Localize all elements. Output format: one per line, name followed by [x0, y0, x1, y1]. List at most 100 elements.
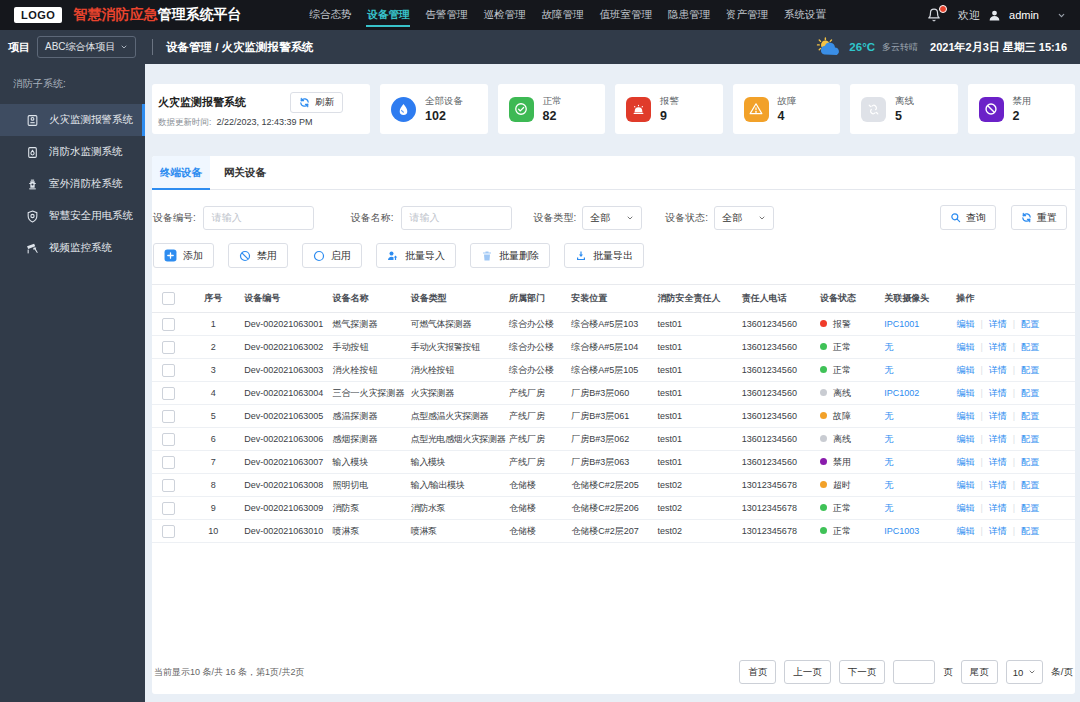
op-link-1[interactable]: 编辑: [957, 480, 975, 490]
row-checkbox[interactable]: [162, 479, 175, 492]
op-separator: |: [1013, 480, 1015, 490]
row-checkbox[interactable]: [162, 364, 175, 377]
nav-item-8[interactable]: 资产管理: [718, 0, 776, 30]
row-checkbox[interactable]: [162, 456, 175, 469]
username[interactable]: admin: [1009, 9, 1039, 21]
camera-link[interactable]: 无: [884, 503, 893, 513]
op-link-3[interactable]: 配置: [1021, 434, 1039, 444]
device-status-select[interactable]: 全部: [714, 206, 774, 230]
user-menu-chevron-icon[interactable]: [1057, 11, 1066, 20]
op-link-1[interactable]: 编辑: [957, 434, 975, 444]
page-number-input[interactable]: [893, 660, 935, 684]
nav-item-6[interactable]: 值班室管理: [591, 0, 660, 30]
op-link-3[interactable]: 配置: [1021, 457, 1039, 467]
sidebar-item-2[interactable]: 消防水监测系统: [0, 136, 145, 168]
nav-item-1[interactable]: 综合态势: [301, 0, 359, 30]
tab-1[interactable]: 终端设备: [152, 156, 210, 189]
reset-icon: [1021, 212, 1032, 223]
op-link-2[interactable]: 详情: [989, 434, 1007, 444]
row-checkbox[interactable]: [162, 318, 175, 331]
select-all-checkbox[interactable]: [162, 292, 175, 305]
camera-link[interactable]: IPC1003: [884, 526, 919, 536]
cell-operations: 编辑|详情|配置: [954, 359, 1075, 382]
device-type-select[interactable]: 全部: [582, 206, 642, 230]
op-link-1[interactable]: 编辑: [957, 319, 975, 329]
sidebar-item-4[interactable]: 智慧安全用电系统: [0, 200, 145, 232]
op-link-3[interactable]: 配置: [1021, 503, 1039, 513]
nav-item-7[interactable]: 隐患管理: [660, 0, 718, 30]
op-link-1[interactable]: 编辑: [957, 503, 975, 513]
op-link-2[interactable]: 详情: [989, 319, 1007, 329]
op-link-1[interactable]: 编辑: [957, 411, 975, 421]
camera-link[interactable]: 无: [884, 457, 893, 467]
sidebar-item-1[interactable]: 火灾监测报警系统: [0, 104, 145, 136]
op-link-3[interactable]: 配置: [1021, 526, 1039, 536]
action-button-6[interactable]: 批量导出: [564, 243, 644, 268]
op-link-2[interactable]: 详情: [989, 480, 1007, 490]
camera-link[interactable]: IPC1001: [884, 319, 919, 329]
camera-link[interactable]: IPC1002: [884, 388, 919, 398]
row-checkbox[interactable]: [162, 387, 175, 400]
prev-page-button[interactable]: 上一页: [784, 660, 831, 684]
sidebar-item-5[interactable]: 视频监控系统: [0, 232, 145, 264]
op-link-2[interactable]: 详情: [989, 342, 1007, 352]
op-link-2[interactable]: 详情: [989, 388, 1007, 398]
op-link-1[interactable]: 编辑: [957, 457, 975, 467]
camera-link[interactable]: 无: [884, 434, 893, 444]
bulk-actions: 添加禁用启用批量导入批量删除 批量导出: [152, 243, 1075, 284]
op-link-1[interactable]: 编辑: [957, 342, 975, 352]
action-button-5[interactable]: 批量删除: [470, 243, 550, 268]
action-button-3[interactable]: 启用: [302, 243, 362, 268]
reset-button[interactable]: 重置: [1011, 205, 1067, 230]
op-link-3[interactable]: 配置: [1021, 411, 1039, 421]
op-link-3[interactable]: 配置: [1021, 319, 1039, 329]
op-link-2[interactable]: 详情: [989, 503, 1007, 513]
op-link-2[interactable]: 详情: [989, 411, 1007, 421]
action-button-1[interactable]: 添加: [153, 243, 214, 268]
cell-phone: 13601234560: [739, 405, 817, 428]
cell-phone: 13012345678: [739, 497, 817, 520]
row-select-cell: [152, 474, 185, 497]
notification-bell-icon[interactable]: [927, 8, 941, 22]
op-link-1[interactable]: 编辑: [957, 388, 975, 398]
nav-item-9[interactable]: 系统设置: [776, 0, 834, 30]
row-checkbox[interactable]: [162, 433, 175, 446]
op-link-3[interactable]: 配置: [1021, 388, 1039, 398]
device-name-input[interactable]: 请输入: [401, 206, 512, 230]
row-checkbox[interactable]: [162, 502, 175, 515]
nav-item-5[interactable]: 故障管理: [533, 0, 591, 30]
cell-type: 输入/输出模块: [408, 474, 506, 497]
row-checkbox[interactable]: [162, 410, 175, 423]
action-label: 批量导出: [593, 249, 633, 263]
row-checkbox[interactable]: [162, 525, 175, 538]
refresh-button[interactable]: 刷新: [290, 92, 343, 113]
op-link-1[interactable]: 编辑: [957, 526, 975, 536]
camera-link[interactable]: 无: [884, 365, 893, 375]
camera-link[interactable]: 无: [884, 411, 893, 421]
nav-item-4[interactable]: 巡检管理: [475, 0, 533, 30]
action-button-2[interactable]: 禁用: [228, 243, 288, 268]
op-link-3[interactable]: 配置: [1021, 365, 1039, 375]
device-id-input[interactable]: 请输入: [203, 206, 314, 230]
cell-type: 点型光电感烟火灾探测器: [408, 428, 506, 451]
op-link-3[interactable]: 配置: [1021, 342, 1039, 352]
sidebar-item-3[interactable]: 室外消防栓系统: [0, 168, 145, 200]
op-link-2[interactable]: 详情: [989, 526, 1007, 536]
search-button[interactable]: 查询: [940, 205, 996, 230]
camera-link[interactable]: 无: [884, 342, 893, 352]
op-link-2[interactable]: 详情: [989, 365, 1007, 375]
row-checkbox[interactable]: [162, 341, 175, 354]
tab-2[interactable]: 网关设备: [216, 156, 274, 189]
page-size-select[interactable]: 10: [1006, 660, 1044, 684]
nav-item-3[interactable]: 告警管理: [417, 0, 475, 30]
project-select[interactable]: ABC综合体项目: [37, 36, 136, 58]
op-link-3[interactable]: 配置: [1021, 480, 1039, 490]
op-link-1[interactable]: 编辑: [957, 365, 975, 375]
action-button-4[interactable]: 批量导入: [376, 243, 456, 268]
op-link-2[interactable]: 详情: [989, 457, 1007, 467]
nav-item-2[interactable]: 设备管理: [359, 0, 417, 30]
last-page-button[interactable]: 尾页: [961, 660, 998, 684]
camera-link[interactable]: 无: [884, 480, 893, 490]
first-page-button[interactable]: 首页: [739, 660, 776, 684]
next-page-button[interactable]: 下一页: [839, 660, 886, 684]
